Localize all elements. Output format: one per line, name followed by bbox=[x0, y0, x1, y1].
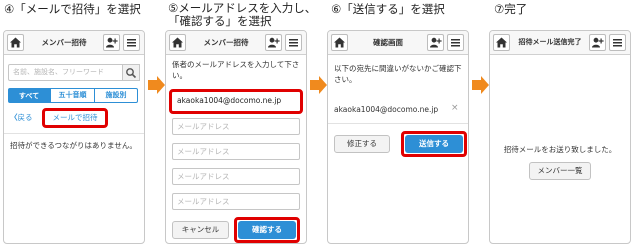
home-icon bbox=[334, 37, 345, 48]
divider bbox=[4, 133, 144, 134]
add-user-button[interactable] bbox=[103, 34, 120, 51]
home-icon bbox=[496, 37, 507, 48]
email-field-1[interactable]: akaoka1004@docomo.ne.jp bbox=[173, 93, 299, 110]
step-4-title: ④「メールで招待」を選択 bbox=[4, 2, 141, 16]
remove-recipient-icon[interactable]: × bbox=[451, 103, 459, 114]
page-title: メンバー招待 bbox=[41, 38, 87, 47]
page-title: 確認画面 bbox=[373, 38, 403, 47]
add-user-button[interactable] bbox=[589, 34, 606, 51]
menu-button[interactable] bbox=[609, 34, 626, 51]
home-icon bbox=[172, 37, 183, 48]
confirm-button[interactable]: 確認する bbox=[238, 221, 296, 239]
edit-button[interactable]: 修正する bbox=[334, 135, 390, 153]
divider bbox=[328, 123, 468, 124]
cancel-button[interactable]: キャンセル bbox=[172, 221, 229, 239]
menu-button[interactable] bbox=[447, 34, 464, 51]
hamburger-icon bbox=[451, 39, 460, 47]
step-7-title: ⑦完了 bbox=[494, 2, 528, 16]
instruction-text: 係者のメールアドレスを入力して下さい。 bbox=[172, 60, 300, 80]
add-user-button[interactable] bbox=[427, 34, 444, 51]
back-label: 戻る bbox=[17, 113, 33, 122]
home-icon bbox=[10, 37, 21, 48]
arrow-right-icon bbox=[148, 76, 165, 94]
email-field-4[interactable]: メールアドレス bbox=[172, 168, 300, 185]
add-user-icon bbox=[268, 37, 280, 48]
add-user-icon bbox=[430, 37, 442, 48]
home-button[interactable] bbox=[169, 34, 186, 51]
back-link[interactable]: 〈戻る bbox=[10, 111, 33, 125]
app-header: 確認画面 bbox=[328, 31, 468, 55]
screen-invite-list: メンバー招待 名前、施設名、フリーワード すべて 五十音順 施設別 〈戻る メー… bbox=[3, 30, 145, 244]
add-user-icon bbox=[592, 37, 604, 48]
empty-message: 招待ができるつながりはありません。 bbox=[10, 141, 137, 150]
chevron-left-icon: 〈 bbox=[10, 113, 18, 122]
home-button[interactable] bbox=[331, 34, 348, 51]
tab-alphabetical[interactable]: 五十音順 bbox=[50, 88, 95, 103]
app-header: メンバー招待 bbox=[166, 31, 306, 55]
arrow-right-icon bbox=[472, 76, 489, 94]
app-header: メンバー招待 bbox=[4, 31, 144, 55]
screen-enter-email: メンバー招待 係者のメールアドレスを入力して下さい。 akaoka1004@do… bbox=[165, 30, 307, 244]
page-title: 招待メール送信完了 bbox=[518, 38, 582, 46]
menu-button[interactable] bbox=[123, 34, 140, 51]
hamburger-icon bbox=[613, 39, 622, 47]
step-5-title: ⑤メールアドレスを入力し、 「確認する」を選択 bbox=[168, 1, 317, 28]
email-field-2[interactable]: メールアドレス bbox=[172, 118, 300, 135]
home-button[interactable] bbox=[7, 34, 24, 51]
instruction-text: 以下の宛先に間違いがないかご確認下さい。 bbox=[334, 64, 462, 84]
app-header: 招待メール送信完了 bbox=[490, 31, 630, 55]
arrow-right-icon bbox=[310, 76, 327, 94]
recipient-email: akaoka1004@docomo.ne.jp bbox=[334, 105, 439, 114]
search-input[interactable]: 名前、施設名、フリーワード bbox=[8, 64, 123, 81]
menu-button[interactable] bbox=[285, 34, 302, 51]
screen-complete: 招待メール送信完了 招待メールをお送り致しました。 メンバー一覧 bbox=[489, 30, 631, 244]
email-field-5[interactable]: メールアドレス bbox=[172, 193, 300, 210]
mail-invite-button[interactable]: メールで招待 bbox=[47, 111, 103, 125]
email-field-3[interactable]: メールアドレス bbox=[172, 143, 300, 160]
add-user-button[interactable] bbox=[265, 34, 282, 51]
hamburger-icon bbox=[289, 39, 298, 47]
home-button[interactable] bbox=[493, 34, 510, 51]
hamburger-icon bbox=[127, 39, 136, 47]
tab-by-facility[interactable]: 施設別 bbox=[94, 88, 138, 103]
screen-confirmation: 確認画面 以下の宛先に間違いがないかご確認下さい。 akaoka1004@doc… bbox=[327, 30, 469, 244]
page-title: メンバー招待 bbox=[203, 38, 249, 47]
tab-all[interactable]: すべて bbox=[8, 88, 50, 103]
step-6-title: ⑥「送信する」を選択 bbox=[331, 2, 445, 16]
search-icon bbox=[126, 68, 137, 79]
add-user-icon bbox=[106, 37, 118, 48]
member-list-button[interactable]: メンバー一覧 bbox=[529, 162, 591, 180]
completion-message: 招待メールをお送り致しました。 bbox=[503, 145, 617, 154]
search-button[interactable] bbox=[122, 64, 140, 81]
send-button[interactable]: 送信する bbox=[405, 135, 463, 153]
